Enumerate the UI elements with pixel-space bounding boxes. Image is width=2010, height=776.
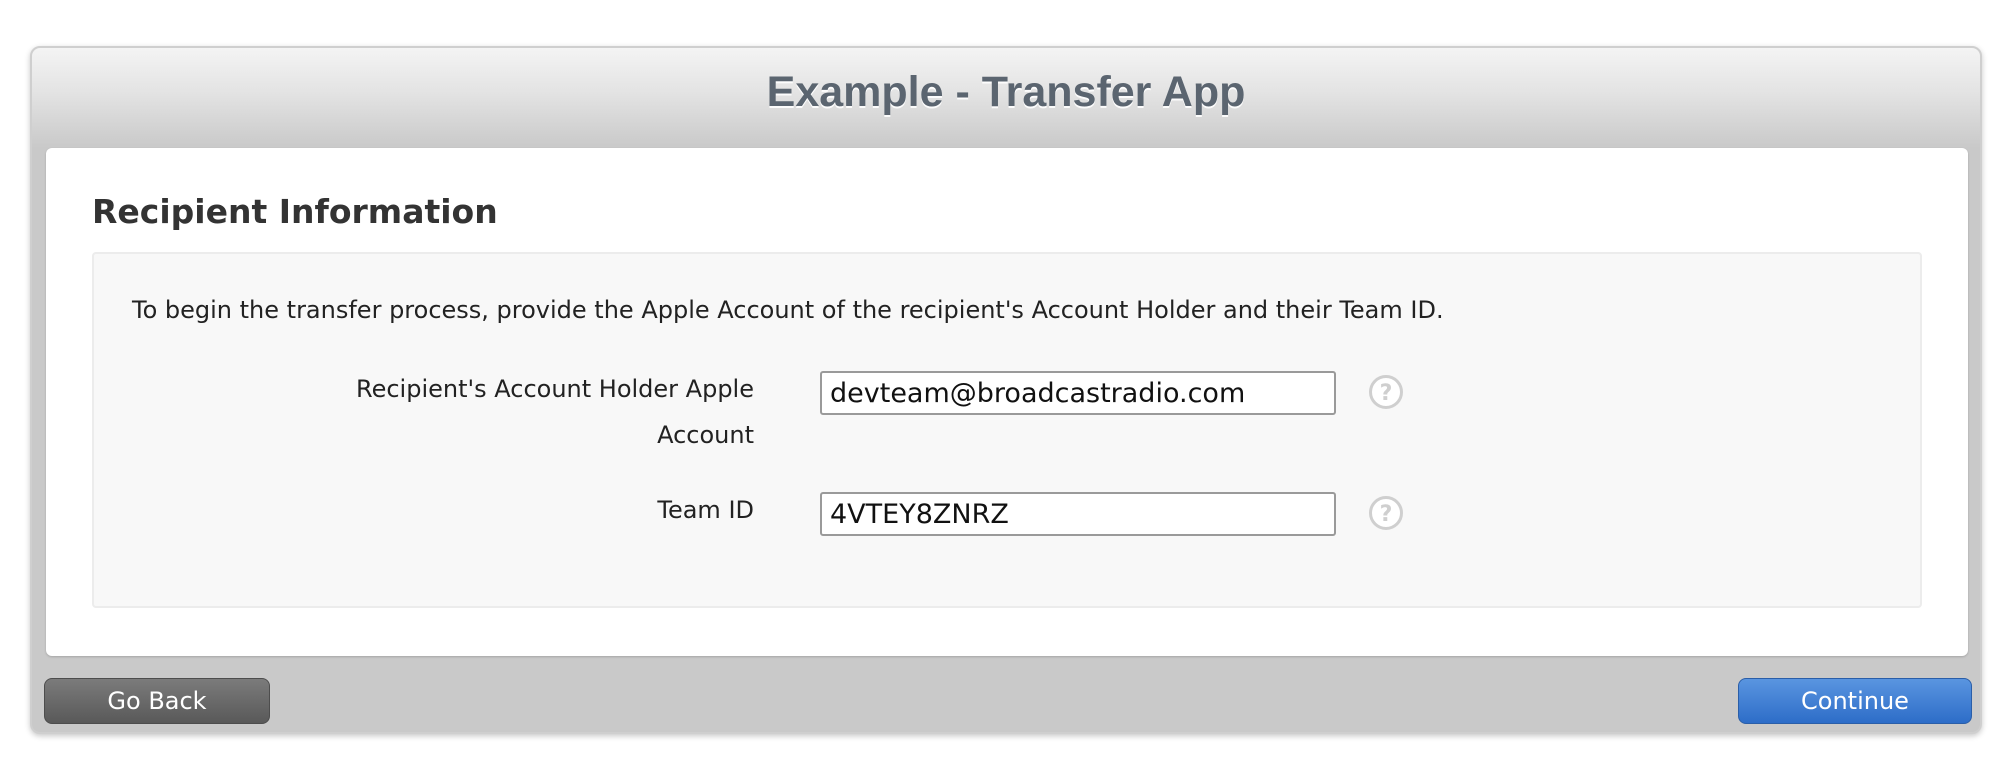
apple-account-label-line2: Account [657, 421, 754, 449]
svg-text:?: ? [1380, 502, 1393, 527]
svg-text:?: ? [1380, 381, 1393, 406]
recipient-form-panel: To begin the transfer process, provide t… [92, 252, 1922, 608]
apple-account-input[interactable] [820, 371, 1336, 415]
question-circle-icon[interactable]: ? [1368, 374, 1404, 410]
team-id-label: Team ID [657, 496, 754, 524]
section-title: Recipient Information [92, 192, 498, 231]
go-back-button[interactable]: Go Back [44, 678, 270, 724]
app-title: Example - Transfer App [766, 68, 1246, 116]
apple-account-label: Recipient's Account Holder Apple Account [314, 366, 754, 458]
team-id-input[interactable] [820, 492, 1336, 536]
title-bar: Example - Transfer App [32, 48, 1980, 148]
transfer-app-window: Example - Transfer App Recipient Informa… [30, 46, 1982, 734]
apple-account-label-line1: Recipient's Account Holder Apple [356, 375, 754, 403]
question-circle-icon[interactable]: ? [1368, 495, 1404, 531]
continue-button[interactable]: Continue [1738, 678, 1972, 724]
intro-text: To begin the transfer process, provide t… [132, 296, 1444, 324]
main-content: Recipient Information To begin the trans… [46, 148, 1968, 656]
